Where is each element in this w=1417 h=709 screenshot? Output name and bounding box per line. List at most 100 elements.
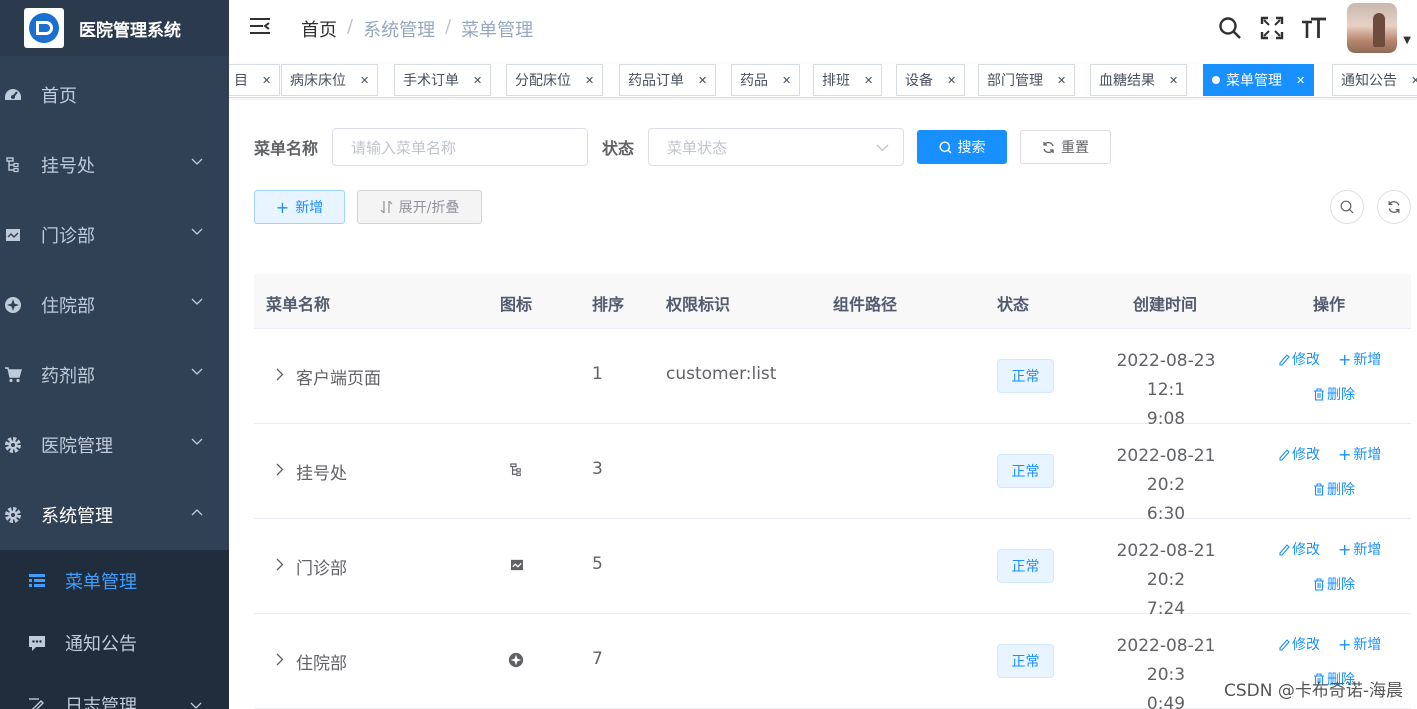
menu-name-cell: 住院部: [296, 654, 347, 674]
breadcrumb-separator: /: [445, 16, 452, 37]
chevron-right-icon[interactable]: [276, 653, 284, 666]
close-icon[interactable]: ✕: [1169, 74, 1178, 87]
sidebar-subitem-log[interactable]: 日志管理: [0, 674, 229, 709]
edit-button[interactable]: 修改: [1278, 539, 1320, 559]
chevron-right-icon[interactable]: [276, 558, 284, 571]
tag-label: 药品: [740, 73, 768, 89]
expand-collapse-button[interactable]: 展开/折叠: [357, 190, 482, 224]
tag-label: 排班: [822, 73, 850, 89]
tag-item[interactable]: 药品 ✕: [731, 64, 801, 96]
sidebar-item-home[interactable]: 首页: [0, 60, 229, 130]
search-button[interactable]: 搜索: [917, 130, 1008, 164]
breadcrumb-level1: 系统管理: [363, 20, 436, 41]
close-icon[interactable]: ✕: [782, 74, 791, 87]
tag-item[interactable]: 血糖结果 ✕: [1090, 64, 1188, 96]
delete-button[interactable]: 删除: [1313, 384, 1355, 404]
sidebar-item-label: 系统管理: [41, 506, 113, 527]
chevron-right-icon[interactable]: [276, 463, 284, 476]
system-submenu: 菜单管理 通知公告 日志管理: [0, 550, 229, 709]
table-row: 门诊部 5 正常 2022-08-21 20:2 7:24 修改 + 新增 删除: [254, 519, 1411, 619]
delete-label: 删除: [1327, 577, 1355, 593]
size-tool[interactable]: [1293, 0, 1335, 56]
chevron-down-icon: [191, 368, 203, 375]
sidebar-item-pharmacy[interactable]: 药剂部: [0, 340, 229, 410]
time-line: 0:49: [1146, 694, 1186, 709]
order-cell: 1: [592, 364, 603, 384]
avatar[interactable]: [1347, 3, 1398, 53]
fullscreen-tool[interactable]: [1251, 0, 1293, 56]
status-select[interactable]: 菜单状态: [648, 128, 905, 166]
close-icon[interactable]: ✕: [360, 74, 369, 87]
sidebar-item-hospital-management[interactable]: 医院管理: [0, 410, 229, 480]
tag-item[interactable]: 分配床位 ✕: [506, 64, 604, 96]
sidebar-item-inpatient[interactable]: 住院部: [0, 270, 229, 340]
close-icon[interactable]: ✕: [473, 74, 482, 87]
add-child-button[interactable]: + 新增: [1338, 539, 1381, 559]
sidebar-item-outpatient[interactable]: 门诊部: [0, 200, 229, 270]
close-icon[interactable]: ✕: [947, 74, 956, 87]
hamburger-icon[interactable]: [249, 16, 271, 36]
delete-button[interactable]: 删除: [1313, 574, 1355, 594]
edit-button[interactable]: 修改: [1278, 444, 1320, 464]
menu-name-input[interactable]: 请输入菜单名称: [332, 128, 589, 166]
tag-item[interactable]: 病床床位 ✕: [281, 64, 379, 96]
status-badge: 正常: [997, 359, 1054, 393]
table-header: 菜单名称 图标 排序 权限标识 组件路径 状态 创建时间 操作: [254, 274, 1411, 329]
tag-item[interactable]: 设备 ✕: [896, 64, 966, 96]
add-label: 新增: [1353, 637, 1382, 653]
status-badge: 正常: [997, 549, 1054, 583]
chevron-right-icon[interactable]: [276, 368, 284, 381]
nav-tools: ▼: [1209, 0, 1417, 56]
close-icon[interactable]: ✕: [585, 74, 594, 87]
tag-item[interactable]: 目 ✕: [229, 64, 281, 96]
add-label: 新增: [1353, 447, 1382, 463]
tag-item-active[interactable]: 菜单管理 ✕: [1203, 64, 1315, 96]
close-icon[interactable]: ✕: [1057, 74, 1066, 87]
tag-item[interactable]: 手术订单 ✕: [394, 64, 492, 96]
refresh-button[interactable]: [1377, 190, 1411, 224]
sidebar-subitem-label: 通知公告: [65, 634, 137, 655]
reset-button[interactable]: 重置: [1020, 130, 1112, 164]
delete-button[interactable]: 删除: [1313, 479, 1355, 499]
breadcrumb-home[interactable]: 首页: [301, 16, 337, 42]
add-child-button[interactable]: + 新增: [1338, 444, 1381, 464]
close-icon[interactable]: ✕: [698, 74, 707, 87]
tag-item[interactable]: 排班 ✕: [813, 64, 883, 96]
status-placeholder: 菜单状态: [667, 138, 728, 157]
add-button[interactable]: + 新增: [254, 190, 345, 224]
close-icon[interactable]: ✕: [864, 74, 873, 87]
search-tool[interactable]: [1209, 0, 1251, 56]
edit-icon: [1279, 353, 1290, 366]
edit-button[interactable]: 修改: [1278, 349, 1320, 369]
sidebar-subitem-label: 菜单管理: [65, 572, 137, 593]
tag-item[interactable]: 通知公告 ✕: [1332, 64, 1417, 96]
close-icon[interactable]: ✕: [1411, 74, 1417, 87]
time-line: 2022-08-23 12:1: [1116, 351, 1216, 400]
close-icon[interactable]: ✕: [1296, 74, 1305, 87]
add-child-button[interactable]: + 新增: [1338, 349, 1381, 369]
tag-item[interactable]: 部门管理 ✕: [978, 64, 1076, 96]
sidebar-item-registration[interactable]: 挂号处: [0, 130, 229, 200]
chevron-down-icon: [190, 702, 202, 709]
tree-table-icon: [28, 572, 46, 590]
add-child-button[interactable]: + 新增: [1338, 634, 1381, 654]
close-icon[interactable]: ✕: [262, 74, 271, 87]
menu-name-placeholder: 请输入菜单名称: [351, 138, 457, 157]
tag-label: 通知公告: [1341, 73, 1397, 89]
edit-label: 修改: [1292, 352, 1320, 368]
perms-cell: customer:list: [666, 364, 777, 384]
plus-icon: +: [275, 197, 290, 217]
breadcrumb-level2: 菜单管理: [461, 20, 534, 41]
sidebar-item-label: 挂号处: [41, 156, 95, 177]
sidebar-subitem-menu-management[interactable]: 菜单管理: [0, 550, 229, 612]
tag-item[interactable]: 药品订单 ✕: [619, 64, 717, 96]
time-line: 2022-08-21 20:3: [1116, 636, 1216, 685]
logo[interactable]: 医院管理系统: [0, 0, 229, 56]
edit-button[interactable]: 修改: [1278, 634, 1320, 654]
sidebar-subitem-notice[interactable]: 通知公告: [0, 612, 229, 674]
time-line: 2022-08-21 20:2: [1116, 541, 1216, 590]
toggle-search-button[interactable]: [1330, 190, 1364, 224]
tags-view: 目 ✕ 病床床位 ✕ 手术订单 ✕ 分配床位 ✕ 药品订单 ✕ 药品 ✕ 排班 ✕ 设备 ✕ 部…: [229, 64, 1417, 98]
sidebar-item-system-management[interactable]: 系统管理: [0, 480, 229, 550]
caret-down-icon[interactable]: ▼: [1403, 35, 1411, 46]
